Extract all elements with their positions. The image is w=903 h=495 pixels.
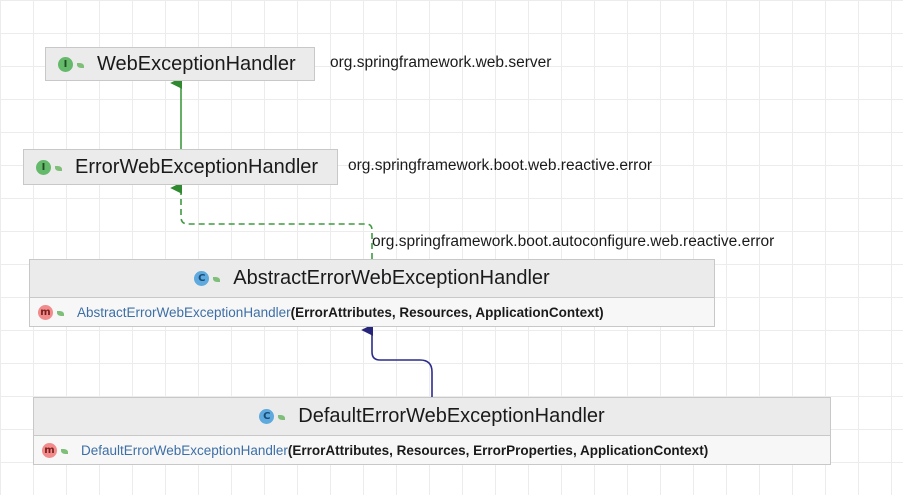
leaf-icon [76, 59, 87, 70]
node-web-exception-handler[interactable]: I WebExceptionHandler [45, 47, 315, 81]
class-icon: C [259, 409, 275, 424]
node-title: DefaultErrorWebExceptionHandler [298, 405, 605, 427]
interface-icon: I [36, 159, 51, 175]
method-name: AbstractErrorWebExceptionHandler [77, 304, 291, 320]
method-params: (ErrorAttributes, Resources, ErrorProper… [287, 442, 709, 458]
node-title: ErrorWebExceptionHandler [75, 155, 319, 178]
leaf-icon [54, 162, 65, 173]
method-name: DefaultErrorWebExceptionHandler [81, 442, 288, 458]
interface-icon: I [58, 56, 73, 72]
method-icon: m [42, 442, 57, 458]
package-label: org.springframework.boot.autoconfigure.w… [372, 233, 775, 250]
node-title: AbstractErrorWebExceptionHandler [233, 267, 550, 289]
method-icon: m [38, 304, 53, 320]
node-default-error-web-exception-handler[interactable]: C DefaultErrorWebExceptionHandler m Defa… [33, 397, 831, 465]
method-params: (ErrorAttributes, Resources, Application… [290, 304, 604, 320]
node-error-web-exception-handler[interactable]: I ErrorWebExceptionHandler [23, 149, 338, 185]
node-abstract-error-web-exception-handler[interactable]: C AbstractErrorWebExceptionHandler m Abs… [29, 259, 715, 327]
leaf-icon [212, 273, 223, 284]
leaf-icon [277, 411, 288, 422]
edge-extends-abstract-error-web-exception-handler [361, 324, 433, 397]
method-row[interactable]: m DefaultErrorWebExceptionHandler (Error… [34, 436, 830, 464]
package-label: org.springframework.boot.web.reactive.er… [348, 157, 653, 174]
edge-implements-error-web-exception-handler [170, 182, 373, 259]
leaf-icon [60, 445, 71, 456]
leaf-icon [56, 307, 67, 318]
class-icon: C [194, 271, 210, 286]
node-title: WebExceptionHandler [97, 52, 296, 75]
method-row[interactable]: m AbstractErrorWebExceptionHandler (Erro… [30, 298, 714, 326]
package-label: org.springframework.web.server [330, 54, 552, 71]
